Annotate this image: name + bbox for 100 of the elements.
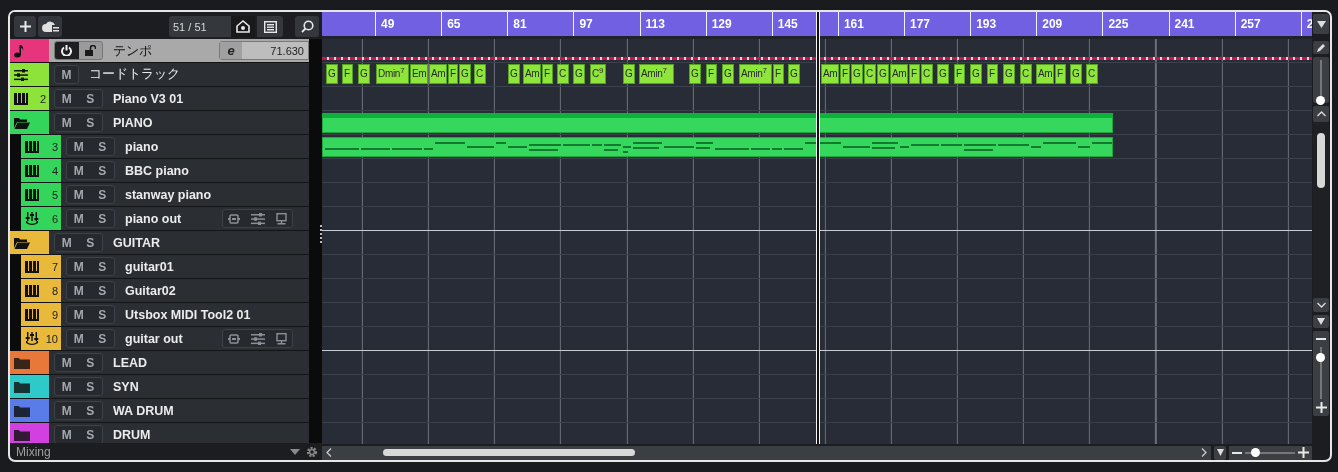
- mute-button[interactable]: M: [55, 114, 79, 131]
- output-button[interactable]: [275, 212, 287, 225]
- menu-button[interactable]: [290, 448, 300, 455]
- chord-event[interactable]: Em: [410, 64, 429, 84]
- chord-event[interactable]: G: [358, 64, 370, 84]
- chord-event[interactable]: C: [1086, 64, 1098, 84]
- solo-button[interactable]: S: [90, 258, 114, 275]
- mute-button[interactable]: M: [67, 138, 91, 155]
- solo-button[interactable]: S: [78, 378, 102, 395]
- zoom-slider[interactable]: [1229, 445, 1312, 460]
- solo-button[interactable]: S: [90, 282, 114, 299]
- solo-button[interactable]: S: [90, 186, 114, 203]
- chord-event[interactable]: C: [921, 64, 933, 84]
- scroll-thumb[interactable]: [1317, 133, 1325, 188]
- mute-button[interactable]: M: [67, 282, 91, 299]
- dropdown-button[interactable]: [1313, 14, 1329, 34]
- chord-event[interactable]: F: [448, 64, 458, 84]
- chord-event[interactable]: G: [1070, 64, 1082, 84]
- vertical-scrollbar[interactable]: [1313, 106, 1329, 312]
- solo-button[interactable]: S: [90, 306, 114, 323]
- mute-button[interactable]: M: [55, 354, 79, 371]
- chord-event[interactable]: C$^{9}$: [590, 64, 606, 84]
- mute-button[interactable]: M: [55, 66, 78, 83]
- mute-button[interactable]: M: [55, 234, 79, 251]
- chord-event[interactable]: F: [342, 64, 353, 84]
- solo-button[interactable]: S: [78, 90, 102, 107]
- solo-button[interactable]: S: [90, 138, 114, 155]
- mute-button[interactable]: M: [67, 162, 91, 179]
- chord-event[interactable]: F: [909, 64, 920, 84]
- solo-button[interactable]: S: [78, 402, 102, 419]
- chord-event[interactable]: F: [987, 64, 998, 84]
- solo-button[interactable]: S: [78, 426, 102, 443]
- zoom-slider[interactable]: [1313, 57, 1329, 103]
- solo-button[interactable]: S: [90, 330, 114, 347]
- chord-event[interactable]: Am: [1036, 64, 1055, 84]
- slider-thumb[interactable]: [1251, 447, 1260, 457]
- chord-event[interactable]: G: [1003, 64, 1015, 84]
- chord-event[interactable]: Am: [890, 64, 909, 84]
- scroll-up-button[interactable]: [1313, 106, 1329, 122]
- solo-button[interactable]: S: [90, 162, 114, 179]
- chord-event[interactable]: G: [970, 64, 982, 84]
- chord-event[interactable]: G: [689, 64, 701, 84]
- tempo-field[interactable]: e 71.630: [219, 41, 309, 60]
- solo-button[interactable]: S: [78, 114, 102, 131]
- chord-event[interactable]: Am: [523, 64, 542, 84]
- chord-event[interactable]: G: [937, 64, 949, 84]
- chord-event[interactable]: G: [722, 64, 734, 84]
- dropdown-button[interactable]: [1313, 315, 1329, 328]
- chord-event[interactable]: Amin$^{7}$: [739, 64, 772, 84]
- chord-event[interactable]: F: [954, 64, 965, 84]
- search-button[interactable]: [295, 16, 319, 37]
- dropdown-button[interactable]: [1214, 445, 1226, 460]
- library-button[interactable]: [38, 16, 62, 37]
- chord-event[interactable]: C: [864, 64, 876, 84]
- chord-event[interactable]: G: [459, 64, 471, 84]
- chord-event[interactable]: Amin$^{7}$: [639, 64, 674, 84]
- power-button[interactable]: [55, 42, 79, 59]
- solo-button[interactable]: S: [78, 234, 102, 251]
- scroll-thumb[interactable]: [383, 449, 635, 456]
- chord-event[interactable]: F: [706, 64, 717, 84]
- chord-event[interactable]: Dmin$^{7}$: [376, 64, 409, 84]
- settings-button[interactable]: [306, 445, 318, 458]
- channel-settings-button[interactable]: [251, 332, 265, 345]
- resize-handle[interactable]: [320, 225, 322, 245]
- mute-button[interactable]: M: [55, 378, 79, 395]
- solo-button[interactable]: S: [90, 210, 114, 227]
- slider-thumb[interactable]: [1316, 353, 1325, 363]
- mute-button[interactable]: M: [55, 426, 79, 443]
- chord-event[interactable]: F: [1055, 64, 1066, 84]
- chord-event[interactable]: F: [542, 64, 553, 84]
- chord-event[interactable]: G: [508, 64, 520, 84]
- chord-event[interactable]: Am: [429, 64, 448, 84]
- chord-event[interactable]: G: [326, 64, 338, 84]
- mute-button[interactable]: M: [67, 306, 91, 323]
- slider-thumb[interactable]: [1316, 96, 1325, 105]
- mute-button[interactable]: M: [67, 330, 91, 347]
- mute-button[interactable]: M: [67, 210, 91, 227]
- chord-event[interactable]: C: [474, 64, 486, 84]
- chord-event[interactable]: C: [1020, 64, 1032, 84]
- zoom-slider[interactable]: [1313, 331, 1329, 416]
- chord-event[interactable]: G: [623, 64, 635, 84]
- chord-event[interactable]: G: [573, 64, 585, 84]
- channel-settings-button[interactable]: [251, 212, 265, 225]
- chord-event[interactable]: C: [557, 64, 569, 84]
- horizontal-scrollbar[interactable]: [322, 445, 1211, 460]
- tempo-mode-button[interactable]: e: [220, 42, 242, 59]
- chord-event[interactable]: F: [773, 64, 784, 84]
- inserts-button[interactable]: [228, 213, 241, 224]
- mute-button[interactable]: M: [67, 258, 91, 275]
- chord-event[interactable]: G: [851, 64, 863, 84]
- mute-button[interactable]: M: [55, 90, 79, 107]
- list-button[interactable]: [257, 16, 283, 37]
- mute-button[interactable]: M: [67, 186, 91, 203]
- chord-event[interactable]: G: [877, 64, 889, 84]
- chord-event[interactable]: G: [788, 64, 800, 84]
- add-track-button[interactable]: [14, 16, 36, 37]
- chord-event[interactable]: Am: [821, 64, 840, 84]
- scroll-down-button[interactable]: [1313, 298, 1329, 312]
- output-button[interactable]: [275, 332, 287, 345]
- mute-button[interactable]: M: [55, 402, 79, 419]
